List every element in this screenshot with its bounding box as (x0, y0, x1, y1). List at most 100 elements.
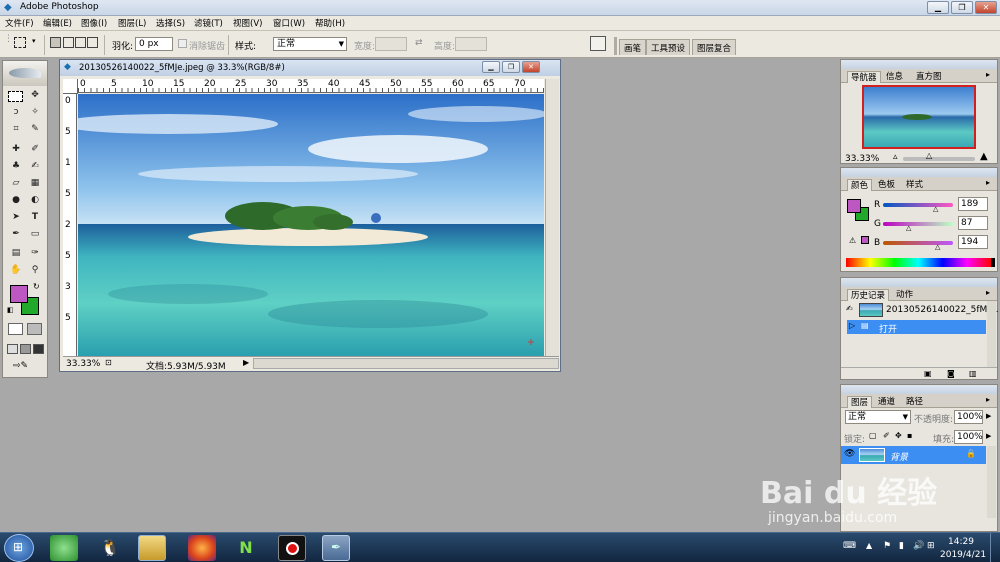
tab-styles[interactable]: 样式 (903, 179, 926, 191)
green-slider-thumb[interactable]: △ (906, 224, 911, 232)
screen-mode-full-menu-icon[interactable] (20, 344, 31, 354)
navigator-zoom-value[interactable]: 33.33% (845, 154, 879, 164)
screen-mode-standard-icon[interactable] (7, 344, 18, 354)
document-canvas-image[interactable] (78, 94, 544, 356)
quick-mask-mode-icon[interactable] (27, 323, 42, 335)
gradient-tool-icon[interactable]: ▦ (27, 177, 43, 190)
rectangle-shape-tool-icon[interactable]: ▭ (27, 228, 43, 241)
doc-restore-button[interactable]: ❐ (502, 61, 520, 73)
vertical-scrollbar[interactable] (545, 79, 559, 356)
navigator-slider-thumb[interactable]: △ (926, 151, 932, 160)
red-slider[interactable] (883, 203, 953, 207)
swap-dimensions-icon[interactable]: ⇄ (415, 38, 423, 48)
panel-menu-icon[interactable]: ▸ (986, 70, 990, 79)
start-button[interactable]: ⊞ (4, 534, 34, 562)
horizontal-scrollbar[interactable] (253, 358, 559, 369)
gamut-color-swatch[interactable] (861, 236, 869, 244)
path-selection-tool-icon[interactable]: ➤ (8, 211, 24, 224)
tab-actions[interactable]: 动作 (893, 289, 916, 301)
fill-input[interactable]: 100% (954, 430, 983, 444)
fill-arrow-icon[interactable]: ▶ (986, 432, 991, 440)
foreground-color-swatch[interactable] (10, 285, 28, 303)
tray-volume-icon[interactable]: 🔊 (913, 541, 924, 551)
screen-mode-full-icon[interactable] (33, 344, 44, 354)
menu-image[interactable]: 图像(I) (81, 17, 107, 29)
show-desktop-button[interactable] (990, 533, 1000, 562)
clone-stamp-tool-icon[interactable]: ♣ (8, 160, 24, 173)
taskbar-media-app-icon[interactable]: N (232, 535, 260, 561)
menu-layer[interactable]: 图层(L) (118, 17, 146, 29)
height-input[interactable] (455, 37, 487, 51)
close-button[interactable]: ✕ (975, 1, 997, 14)
history-scrollbar[interactable] (987, 301, 996, 367)
type-tool-icon[interactable]: T (27, 211, 43, 224)
lock-transparency-icon[interactable]: ▢ (869, 431, 877, 440)
menu-view[interactable]: 视图(V) (233, 17, 262, 29)
opacity-input[interactable]: 100% (954, 410, 983, 424)
tray-network-icon[interactable]: ▮ (899, 541, 904, 551)
crop-tool-icon[interactable]: ⌗ (8, 123, 24, 136)
red-slider-thumb[interactable]: △ (933, 205, 938, 213)
zoom-preview-icon[interactable]: ⊡ (105, 358, 112, 367)
red-value-input[interactable]: 189 (958, 197, 988, 211)
dodge-tool-icon[interactable]: ◐ (27, 194, 43, 207)
taskbar-qq-icon[interactable]: 🐧 (96, 535, 124, 561)
tab-swatches[interactable]: 色板 (875, 179, 898, 191)
ruler-origin[interactable] (63, 79, 78, 94)
style-select[interactable]: 正常 ▼ (273, 37, 347, 51)
clock-date[interactable]: 2019/4/21 (940, 550, 986, 560)
zoom-out-icon[interactable]: ▵ (893, 152, 898, 162)
panel-menu-icon[interactable]: ▸ (986, 178, 990, 187)
restore-button[interactable]: ❐ (951, 1, 973, 14)
taskbar-explorer-icon[interactable] (138, 535, 166, 561)
standard-mode-icon[interactable] (8, 323, 23, 335)
tab-histogram[interactable]: 直方图 (913, 71, 945, 83)
jump-to-imageready-icon[interactable]: ⇨✎ (13, 361, 37, 373)
eyedropper-tool-icon[interactable]: ✑ (27, 247, 43, 260)
lock-image-icon[interactable]: ✐ (883, 431, 890, 440)
blue-slider[interactable] (883, 241, 953, 245)
preset-dropdown-arrow-icon[interactable]: ▾ (32, 37, 36, 45)
history-step-open[interactable]: ▷ ▤ 打开 (847, 320, 986, 335)
tray-keyboard-icon[interactable]: ⌨ (843, 541, 856, 551)
layer-visibility-eye-icon[interactable]: 👁 (844, 449, 855, 459)
taskbar-firefox-icon[interactable] (188, 535, 216, 561)
menu-help[interactable]: 帮助(H) (315, 17, 345, 29)
tab-color[interactable]: 颜色 (847, 179, 873, 191)
layer-row-background[interactable]: 👁 背景 🔒 (841, 446, 986, 464)
healing-brush-tool-icon[interactable]: ✚ (8, 143, 24, 156)
tab-channels[interactable]: 通道 (875, 396, 898, 408)
lasso-tool-icon[interactable]: ↄ (8, 106, 24, 119)
trash-icon[interactable]: ▥ (969, 369, 977, 378)
default-colors-icon[interactable]: ◧ (7, 306, 14, 314)
tray-ime-icon[interactable]: ⊞ (927, 541, 935, 551)
palette-tab-tool-presets[interactable]: 工具预设 (646, 39, 691, 55)
antialias-checkbox[interactable] (178, 39, 187, 48)
tray-flag-icon[interactable]: ⚑ (883, 541, 891, 551)
gamut-warning-icon[interactable]: ⚠ (849, 236, 856, 245)
panel-menu-icon[interactable]: ▸ (986, 395, 990, 404)
tab-info[interactable]: 信息 (883, 71, 906, 83)
menu-file[interactable]: 文件(F) (5, 17, 34, 29)
spectrum-black-chip[interactable] (991, 258, 995, 267)
menu-edit[interactable]: 编辑(E) (43, 17, 72, 29)
blur-tool-icon[interactable]: ● (8, 194, 24, 207)
slice-tool-icon[interactable]: ✎ (27, 123, 43, 136)
doc-close-button[interactable]: ✕ (522, 61, 540, 73)
palette-tab-brushes[interactable]: 画笔 (619, 39, 647, 55)
eraser-tool-icon[interactable]: ▱ (8, 177, 24, 190)
panel-menu-icon[interactable]: ▸ (986, 288, 990, 297)
taskbar-photoshop-icon[interactable]: ✒ (322, 535, 350, 561)
history-brush-source-icon[interactable]: ✍ (846, 304, 853, 313)
history-brush-tool-icon[interactable]: ✍ (27, 160, 43, 173)
width-input[interactable] (375, 37, 407, 51)
status-menu-arrow-icon[interactable]: ▶ (243, 358, 249, 367)
green-slider[interactable] (883, 222, 953, 226)
tray-show-hidden-icon[interactable]: ▲ (866, 541, 872, 550)
layer-name[interactable]: 背景 (890, 450, 908, 463)
menu-filter[interactable]: 滤镜(T) (194, 17, 223, 29)
marquee-preset-icon[interactable] (14, 37, 26, 48)
layers-scrollbar[interactable] (987, 446, 996, 518)
rect-marquee-tool-icon[interactable] (8, 91, 23, 102)
move-tool-icon[interactable]: ✥ (27, 89, 43, 102)
